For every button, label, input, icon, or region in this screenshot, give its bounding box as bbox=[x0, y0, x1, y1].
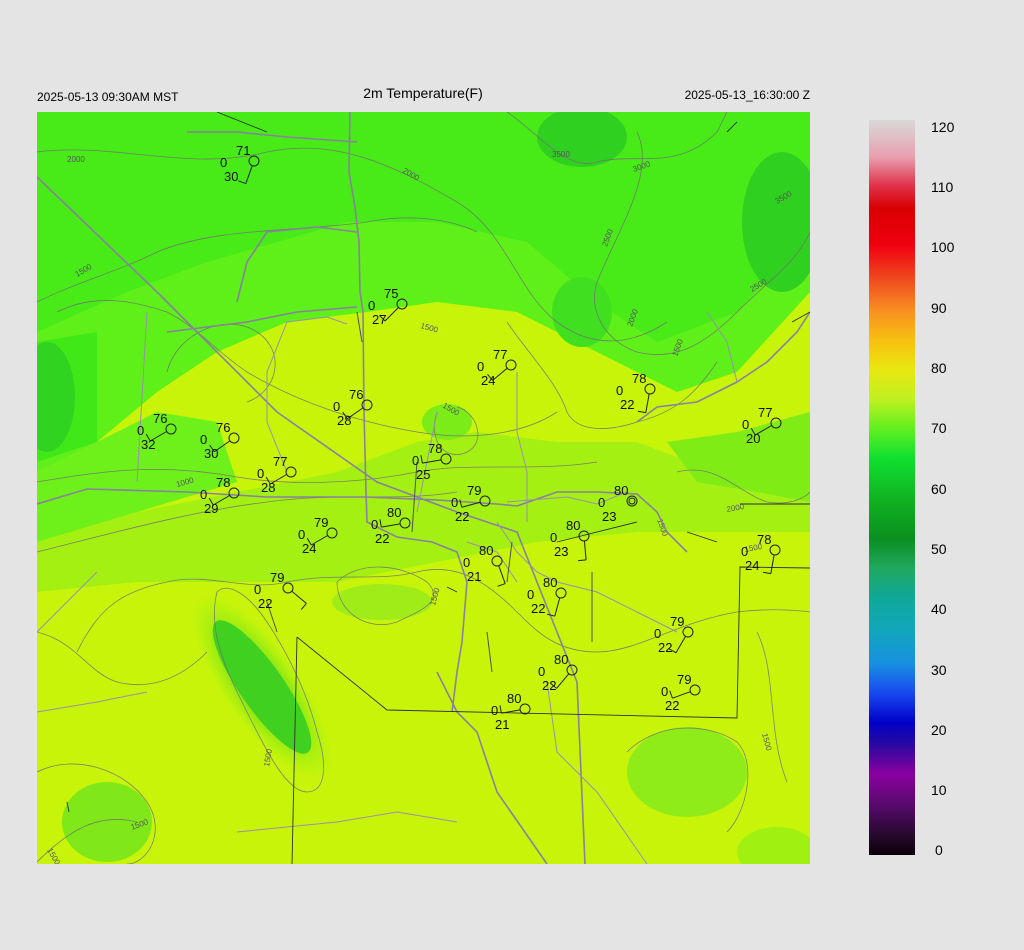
station-temperature: 80 bbox=[543, 575, 557, 590]
station-temperature: 76 bbox=[216, 420, 230, 435]
station-cloud-cover: 0 bbox=[412, 453, 419, 468]
station-dewpoint: 23 bbox=[554, 544, 568, 559]
station-dewpoint: 32 bbox=[141, 437, 155, 452]
station-dewpoint: 22 bbox=[258, 596, 272, 611]
station-cloud-cover: 0 bbox=[742, 417, 749, 432]
colorbar-tick: 60 bbox=[931, 481, 947, 497]
station-temperature: 79 bbox=[467, 483, 481, 498]
station-temperature: 79 bbox=[677, 672, 691, 687]
station-cloud-cover: 0 bbox=[538, 664, 545, 679]
station-cloud-cover: 0 bbox=[333, 399, 340, 414]
colorbar-tick: 110 bbox=[931, 179, 954, 195]
station-cloud-cover: 0 bbox=[741, 544, 748, 559]
station-dewpoint: 24 bbox=[302, 541, 316, 556]
station-cloud-cover: 0 bbox=[200, 487, 207, 502]
station-temperature: 78 bbox=[428, 441, 442, 456]
station-cloud-cover: 0 bbox=[254, 582, 261, 597]
contour-label: 2000 bbox=[67, 155, 85, 164]
station-temperature: 71 bbox=[236, 143, 250, 158]
station-temperature: 78 bbox=[216, 475, 230, 490]
colorbar-tick: 30 bbox=[931, 662, 947, 678]
colorbar-tick: 10 bbox=[931, 782, 947, 798]
station-cloud-cover: 0 bbox=[661, 684, 668, 699]
contour-label: 3500 bbox=[552, 150, 570, 159]
station-temperature: 80 bbox=[479, 543, 493, 558]
station-cloud-cover: 0 bbox=[550, 530, 557, 545]
station-temperature: 78 bbox=[757, 532, 771, 547]
station-dewpoint: 22 bbox=[375, 531, 389, 546]
station-temperature: 77 bbox=[273, 454, 287, 469]
station-cloud-cover: 0 bbox=[598, 495, 605, 510]
station-cloud-cover: 0 bbox=[654, 626, 661, 641]
station-dewpoint: 20 bbox=[746, 431, 760, 446]
station-cloud-cover: 0 bbox=[527, 587, 534, 602]
station-cloud-cover: 0 bbox=[491, 703, 498, 718]
station-dewpoint: 30 bbox=[224, 169, 238, 184]
station-cloud-cover: 0 bbox=[451, 495, 458, 510]
wind-barb-flag bbox=[578, 559, 587, 562]
station-cloud-cover: 0 bbox=[463, 555, 470, 570]
station-cloud-cover: 0 bbox=[477, 359, 484, 374]
station-temperature: 78 bbox=[632, 371, 646, 386]
station-dewpoint: 22 bbox=[658, 640, 672, 655]
station-dewpoint: 22 bbox=[455, 509, 469, 524]
station-temperature: 80 bbox=[554, 652, 568, 667]
station-temperature: 79 bbox=[314, 515, 328, 530]
station-temperature: 77 bbox=[493, 347, 507, 362]
station-cloud-cover: 0 bbox=[200, 432, 207, 447]
station-dewpoint: 22 bbox=[665, 698, 679, 713]
valid-time-utc: 2025-05-13_16:30:00 Z bbox=[684, 88, 810, 102]
colorbar-tick: 100 bbox=[931, 239, 955, 255]
station-dewpoint: 22 bbox=[531, 601, 545, 616]
station-dewpoint: 28 bbox=[337, 413, 351, 428]
station-cloud-cover: 0 bbox=[220, 155, 227, 170]
colorbar-tick: 80 bbox=[931, 360, 947, 376]
station-dewpoint: 28 bbox=[261, 480, 275, 495]
station-cloud-cover: 0 bbox=[298, 527, 305, 542]
station-dewpoint: 27 bbox=[372, 312, 386, 327]
station-dewpoint: 25 bbox=[416, 467, 430, 482]
station-dewpoint: 21 bbox=[467, 569, 481, 584]
station-temperature: 79 bbox=[270, 570, 284, 585]
colorbar-tick: 0 bbox=[935, 842, 943, 858]
station-temperature: 80 bbox=[507, 691, 521, 706]
station-temperature: 77 bbox=[758, 405, 772, 420]
station-temperature: 80 bbox=[566, 518, 580, 533]
station-dewpoint: 22 bbox=[542, 678, 556, 693]
station-dewpoint: 24 bbox=[745, 558, 759, 573]
colorbar-tick: 50 bbox=[931, 541, 947, 557]
station-temperature: 76 bbox=[153, 411, 167, 426]
station-dewpoint: 21 bbox=[495, 717, 509, 732]
station-cloud-cover: 0 bbox=[257, 466, 264, 481]
colorbar-tick: 20 bbox=[931, 722, 947, 738]
color-scale-bar bbox=[869, 120, 915, 855]
station-cloud-cover: 0 bbox=[616, 383, 623, 398]
station-cloud-cover: 0 bbox=[371, 517, 378, 532]
station-dewpoint: 23 bbox=[602, 509, 616, 524]
station-dewpoint: 30 bbox=[204, 446, 218, 461]
colorbar-tick: 90 bbox=[931, 300, 947, 316]
station-cloud-cover: 0 bbox=[137, 423, 144, 438]
colorbar-tick: 70 bbox=[931, 420, 947, 436]
station-temperature: 75 bbox=[384, 286, 398, 301]
station-cloud-cover: 0 bbox=[368, 298, 375, 313]
station-dewpoint: 29 bbox=[204, 501, 218, 516]
colorbar-tick: 120 bbox=[931, 119, 955, 135]
station-temperature: 80 bbox=[387, 505, 401, 520]
station-temperature: 80 bbox=[614, 483, 628, 498]
station-temperature: 76 bbox=[349, 387, 363, 402]
station-dewpoint: 22 bbox=[620, 397, 634, 412]
temperature-map: 2000 2000 3500 3000 2500 3500 2500 2000 … bbox=[37, 112, 810, 864]
station-dewpoint: 24 bbox=[481, 373, 495, 388]
colorbar-tick: 40 bbox=[931, 601, 947, 617]
station-temperature: 79 bbox=[670, 614, 684, 629]
